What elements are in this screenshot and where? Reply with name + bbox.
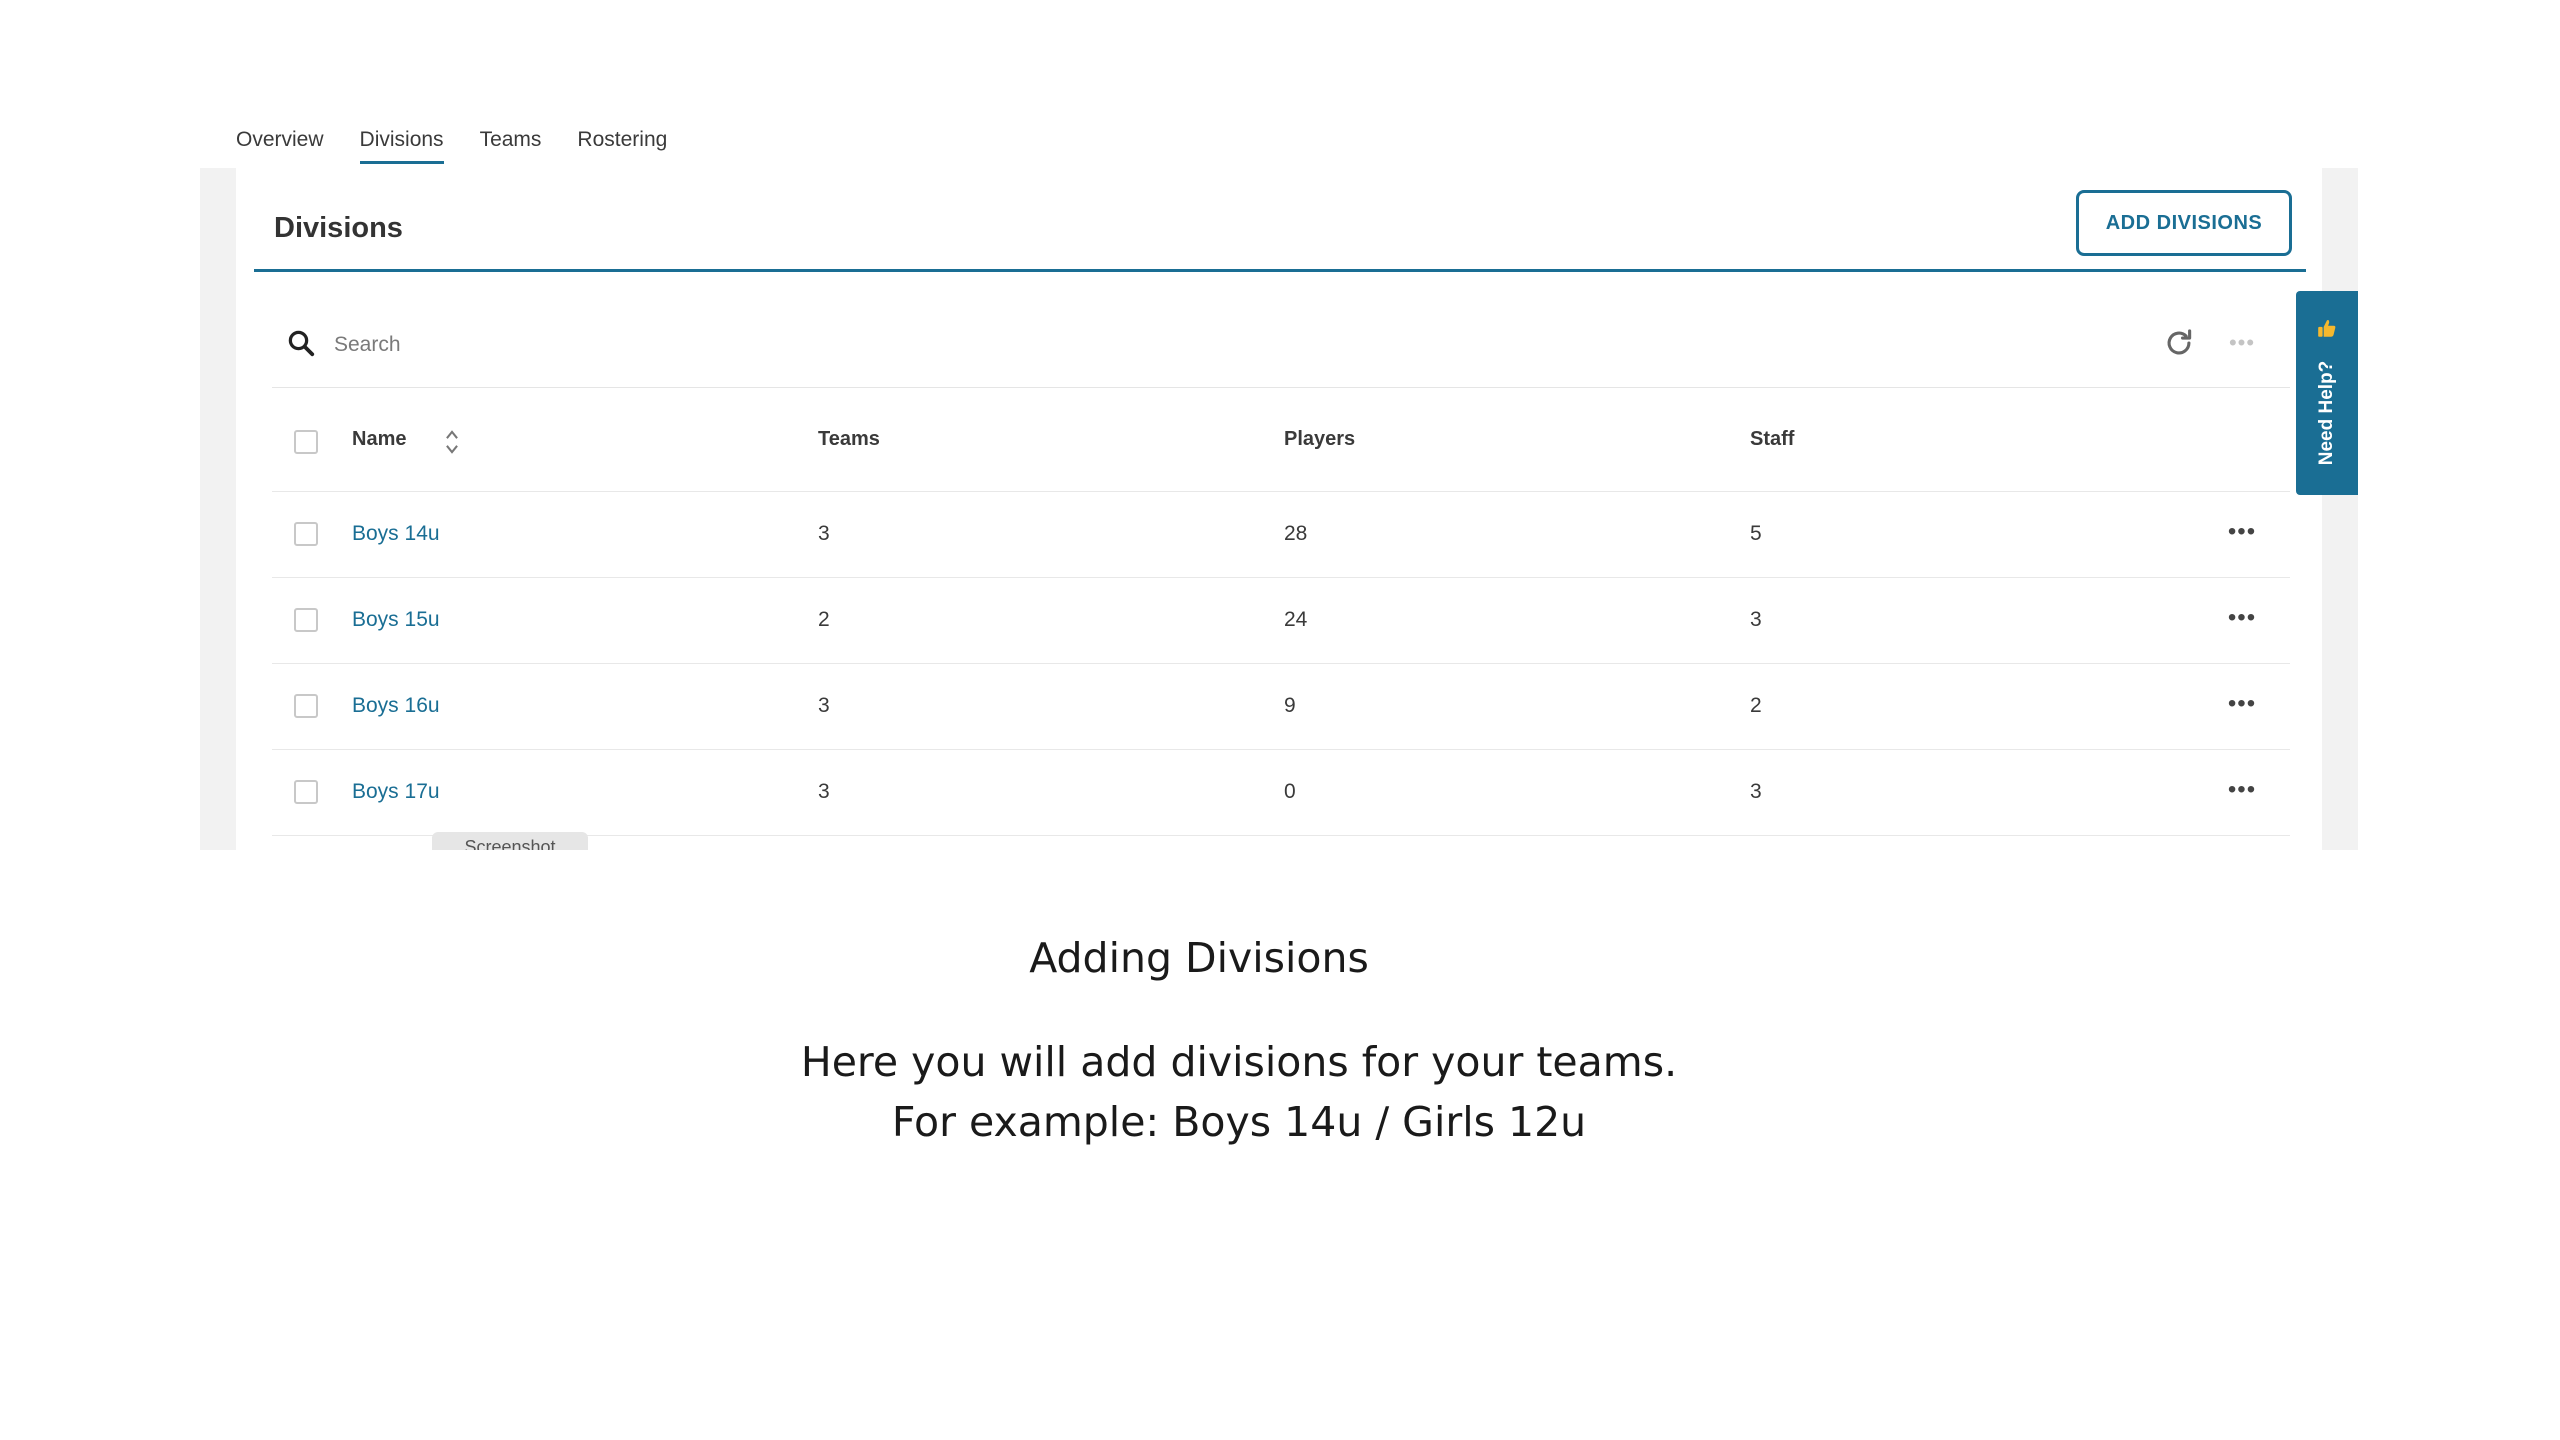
divisions-table: Name Teams Players Staff Boys 14u 3 28 5…	[272, 390, 2290, 836]
row-more-icon[interactable]: •••	[2224, 604, 2260, 638]
select-all-checkbox[interactable]	[294, 430, 318, 454]
division-name-link[interactable]: Boys 15u	[352, 608, 440, 632]
table-row: Boys 14u 3 28 5 •••	[272, 492, 2290, 578]
refresh-icon[interactable]	[2162, 326, 2196, 360]
row-more-icon[interactable]: •••	[2224, 518, 2260, 552]
tab-divisions[interactable]: Divisions	[359, 124, 444, 164]
players-count: 9	[1284, 694, 1296, 717]
tab-overview[interactable]: Overview	[236, 124, 324, 164]
row-checkbox[interactable]	[294, 694, 318, 718]
caption-title: Adding Divisions	[1029, 934, 1369, 982]
row-checkbox[interactable]	[294, 608, 318, 632]
table-row: Boys 15u 2 24 3 •••	[272, 578, 2290, 664]
tab-teams[interactable]: Teams	[480, 124, 542, 164]
table-header: Name Teams Players Staff	[272, 390, 2290, 492]
column-header-players: Players	[1284, 428, 1356, 450]
need-help-label: Need Help?	[2316, 360, 2337, 466]
tab-bar: Overview Divisions Teams Rostering	[236, 124, 667, 168]
column-header-name[interactable]: Name	[352, 428, 406, 451]
players-count: 24	[1284, 608, 1308, 631]
thumbs-up-icon	[2318, 320, 2336, 337]
division-name-link[interactable]: Boys 16u	[352, 694, 440, 718]
division-name-link[interactable]: Boys 17u	[352, 780, 440, 804]
need-help-tab[interactable]: Need Help?	[2296, 291, 2358, 495]
row-more-icon[interactable]: •••	[2224, 776, 2260, 810]
staff-count: 5	[1750, 522, 1762, 545]
staff-count: 2	[1750, 694, 1762, 717]
sort-icon[interactable]	[444, 428, 460, 456]
staff-count: 3	[1750, 780, 1762, 803]
caption-line-2: For example: Boys 14u / Girls 12u	[891, 1098, 1587, 1146]
screenshot-frame: Divisions ADD DIVISIONS ••• Name	[200, 168, 2358, 850]
teams-count: 3	[818, 780, 830, 803]
screenshot-tooltip: Screenshot	[432, 832, 588, 850]
add-divisions-button[interactable]: ADD DIVISIONS	[2076, 190, 2292, 256]
search-input[interactable]	[332, 324, 1236, 366]
more-options-icon[interactable]: •••	[2224, 326, 2260, 360]
teams-count: 3	[818, 694, 830, 717]
table-row: Boys 17u 3 0 3 •••	[272, 750, 2290, 836]
search-icon	[288, 330, 315, 357]
players-count: 0	[1284, 780, 1296, 803]
divisions-panel: Divisions ADD DIVISIONS ••• Name	[236, 168, 2322, 850]
column-header-staff: Staff	[1750, 428, 1795, 450]
column-header-teams: Teams	[818, 428, 880, 450]
teams-count: 2	[818, 608, 830, 631]
division-name-link[interactable]: Boys 14u	[352, 522, 440, 546]
table-row: Boys 16u 3 9 2 •••	[272, 664, 2290, 750]
caption-line-1: Here you will add divisions for your tea…	[800, 1038, 1678, 1086]
players-count: 28	[1284, 522, 1308, 545]
panel-header: Divisions ADD DIVISIONS	[254, 168, 2306, 272]
panel-title: Divisions	[274, 212, 403, 244]
row-checkbox[interactable]	[294, 522, 318, 546]
teams-count: 3	[818, 522, 830, 545]
caption-description: Here you will add divisions for your tea…	[0, 1032, 2478, 1152]
row-more-icon[interactable]: •••	[2224, 690, 2260, 724]
tab-rostering[interactable]: Rostering	[577, 124, 667, 164]
row-checkbox[interactable]	[294, 780, 318, 804]
search-bar: •••	[272, 308, 2290, 388]
staff-count: 3	[1750, 608, 1762, 631]
